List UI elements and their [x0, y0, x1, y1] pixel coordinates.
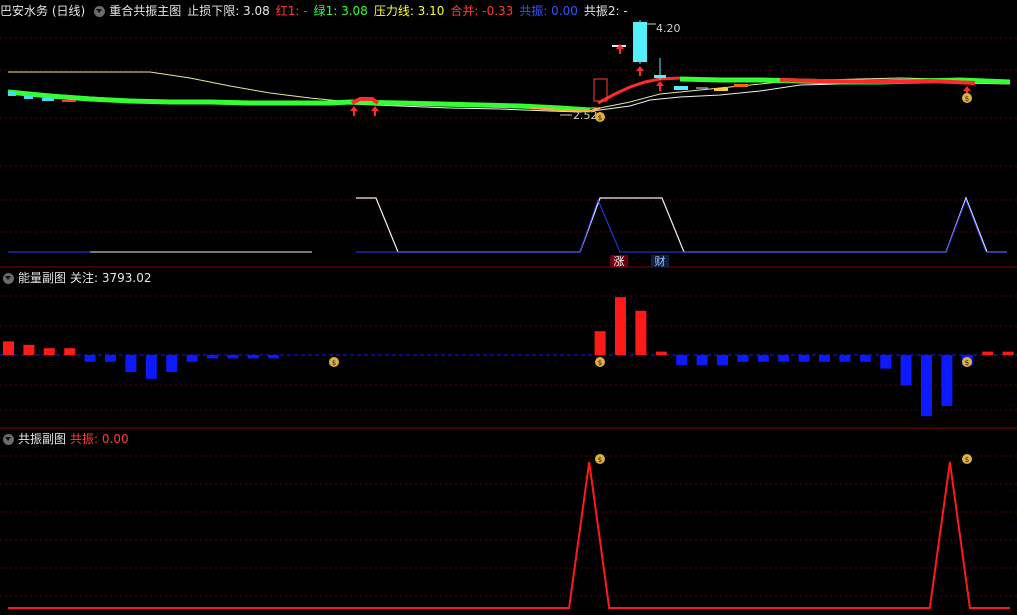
- money-bag-icon: $: [962, 454, 972, 464]
- energy-bar: [145, 355, 157, 379]
- candle: [654, 75, 666, 78]
- money-bag-icon: $: [329, 357, 339, 367]
- candle: [8, 92, 16, 96]
- energy-bar: [1002, 351, 1014, 355]
- svg-text:$: $: [598, 456, 602, 464]
- energy-bar: [594, 331, 606, 355]
- energy-bar: [900, 355, 912, 386]
- resonance-pane: [8, 461, 1010, 609]
- grid-lines: [0, 37, 1017, 597]
- energy-bar: [757, 355, 769, 362]
- energy-bar: [268, 355, 280, 359]
- energy-bar: [880, 355, 892, 369]
- energy-bar: [859, 355, 871, 362]
- energy-bar: [207, 355, 218, 359]
- main-price-pane: 4.20 2.52 $ $ 涨 财: [7, 20, 1011, 268]
- svg-text:$: $: [598, 359, 602, 367]
- low-price-label: 2.52: [573, 109, 598, 122]
- energy-bar: [84, 355, 96, 362]
- energy-bar: [839, 355, 851, 362]
- energy-bar: [105, 355, 116, 362]
- energy-bar: [186, 355, 198, 362]
- energy-bar: [23, 344, 35, 355]
- energy-bar: [3, 341, 14, 355]
- svg-text:$: $: [332, 359, 336, 367]
- money-bag-icon: $: [962, 357, 972, 367]
- money-bag-icon: $: [962, 93, 972, 103]
- energy-bar: [921, 355, 932, 417]
- energy-bar: [227, 355, 239, 359]
- high-price-label: 4.20: [656, 22, 681, 35]
- energy-pane: [0, 297, 1017, 417]
- rise-marker: 涨: [614, 255, 625, 268]
- red-band-right: [779, 78, 976, 85]
- energy-bar: [166, 355, 178, 372]
- resonance-line: [8, 461, 1010, 609]
- energy-bar: [737, 355, 749, 362]
- svg-text:$: $: [965, 95, 969, 103]
- energy-bar: [125, 355, 137, 372]
- energy-bar: [941, 355, 953, 406]
- energy-bar: [717, 355, 728, 366]
- energy-bar: [655, 351, 667, 355]
- svg-text:$: $: [965, 359, 969, 367]
- candle: [734, 84, 748, 87]
- candle: [62, 100, 76, 102]
- wealth-marker: 财: [655, 254, 666, 268]
- energy-bar: [696, 355, 708, 366]
- energy-bar: [982, 351, 994, 355]
- svg-text:$: $: [965, 456, 969, 464]
- oscillator-blue-line-2: [356, 198, 1007, 253]
- energy-bar: [819, 355, 830, 362]
- svg-text:$: $: [598, 114, 602, 122]
- money-bag-icon: $: [595, 454, 605, 464]
- money-bag-icon: $: [595, 112, 605, 122]
- chart-canvas[interactable]: 4.20 2.52 $ $ 涨 财 $ $ $ $ $: [0, 0, 1017, 615]
- energy-bar: [778, 355, 790, 362]
- oscillator-white-line-2: [356, 196, 1007, 253]
- candle: [24, 96, 33, 99]
- energy-bar: [43, 348, 55, 355]
- energy-bar: [615, 297, 626, 355]
- energy-bar: [247, 355, 259, 359]
- energy-bar: [635, 310, 647, 355]
- green-band: [7, 89, 591, 113]
- energy-bar: [64, 348, 76, 355]
- candle: [633, 22, 647, 62]
- candle: [714, 88, 728, 91]
- candle: [674, 86, 688, 90]
- candle: [42, 98, 54, 101]
- energy-bar: [676, 355, 688, 366]
- money-bag-icon: $: [595, 357, 605, 367]
- energy-bar: [798, 355, 810, 362]
